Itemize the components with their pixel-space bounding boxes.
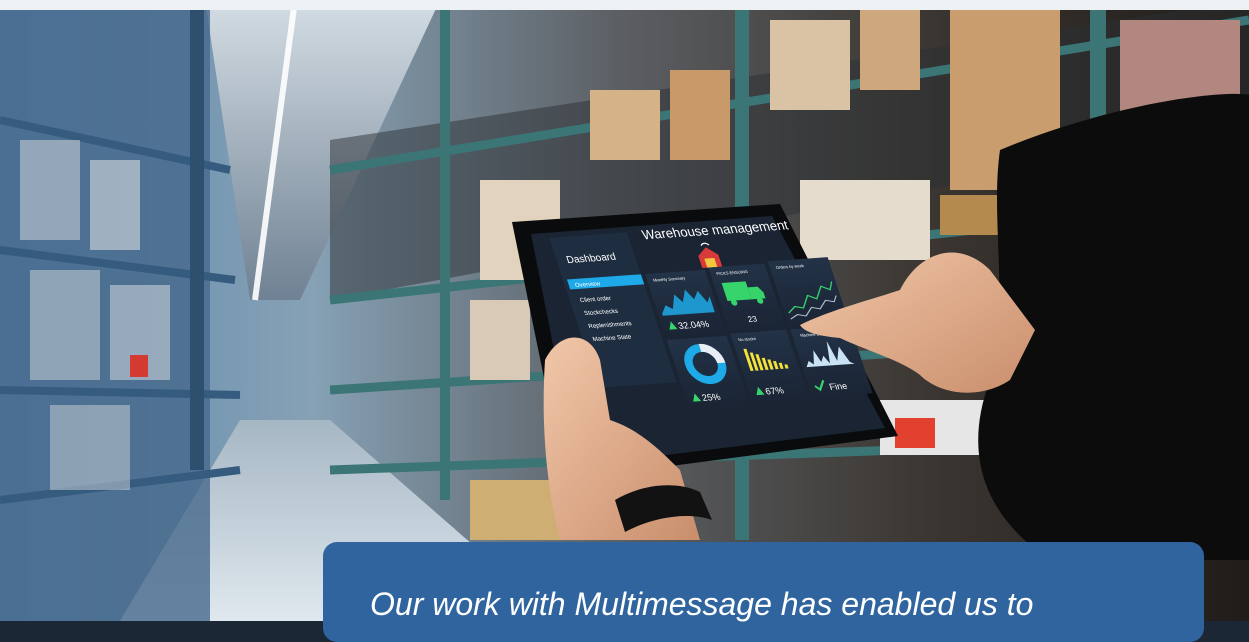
left-shelving	[0, 0, 241, 621]
quote-text: Our work with Multimessage has enabled u…	[370, 586, 1034, 622]
warehouse-scene: Dashboard Overview Client order Stockche…	[0, 0, 1249, 621]
top-strip	[0, 0, 1249, 10]
quote-card: Our work with Multimessage has enabled u…	[323, 542, 1204, 642]
machine-state-value: Fine	[828, 381, 849, 392]
monthly-summary-value: 32.04%	[677, 319, 711, 331]
bars-value: 67%	[764, 385, 785, 396]
donut-value: 25%	[701, 392, 722, 403]
